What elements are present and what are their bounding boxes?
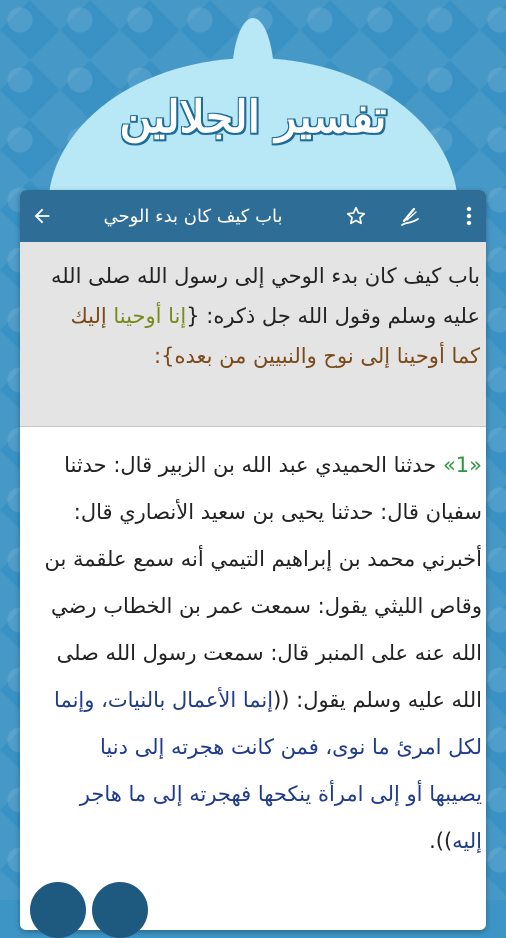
- hadith-text: «1» حدثنا الحميدي عبد الله بن الزبير قال…: [42, 442, 482, 865]
- hadith-narration: حدثنا الحميدي عبد الله بن الزبير قال: حد…: [44, 453, 482, 712]
- toolbar: باب كيف كان بدء الوحي: [20, 190, 486, 242]
- more-vert-icon[interactable]: [456, 190, 482, 242]
- pen-icon[interactable]: [392, 190, 428, 242]
- fab-right-button[interactable]: [92, 882, 148, 938]
- hadith-closing: )).: [429, 829, 453, 853]
- app-logo: تفسير الجلالين: [119, 92, 387, 143]
- back-arrow-icon[interactable]: [24, 190, 60, 242]
- chapter-header-text: باب كيف كان بدء الوحي إلى رسول الله صلى …: [42, 256, 480, 376]
- fab-left-button[interactable]: [30, 882, 86, 938]
- star-icon[interactable]: [338, 190, 374, 242]
- content-card: باب كيف كان بدء الوحي باب كيف كان بدء ال…: [20, 190, 486, 930]
- hadith-number: «1»: [442, 453, 482, 477]
- chapter-header-box: باب كيف كان بدء الوحي إلى رسول الله صلى …: [20, 242, 486, 427]
- toolbar-title: باب كيف كان بدء الوحي: [103, 205, 283, 227]
- hadith-quote: إنما الأعمال بالنيات، وإنما لكل امرئ ما …: [54, 688, 482, 853]
- chapter-header-quran-quote: إنا أوحينا: [113, 304, 187, 328]
